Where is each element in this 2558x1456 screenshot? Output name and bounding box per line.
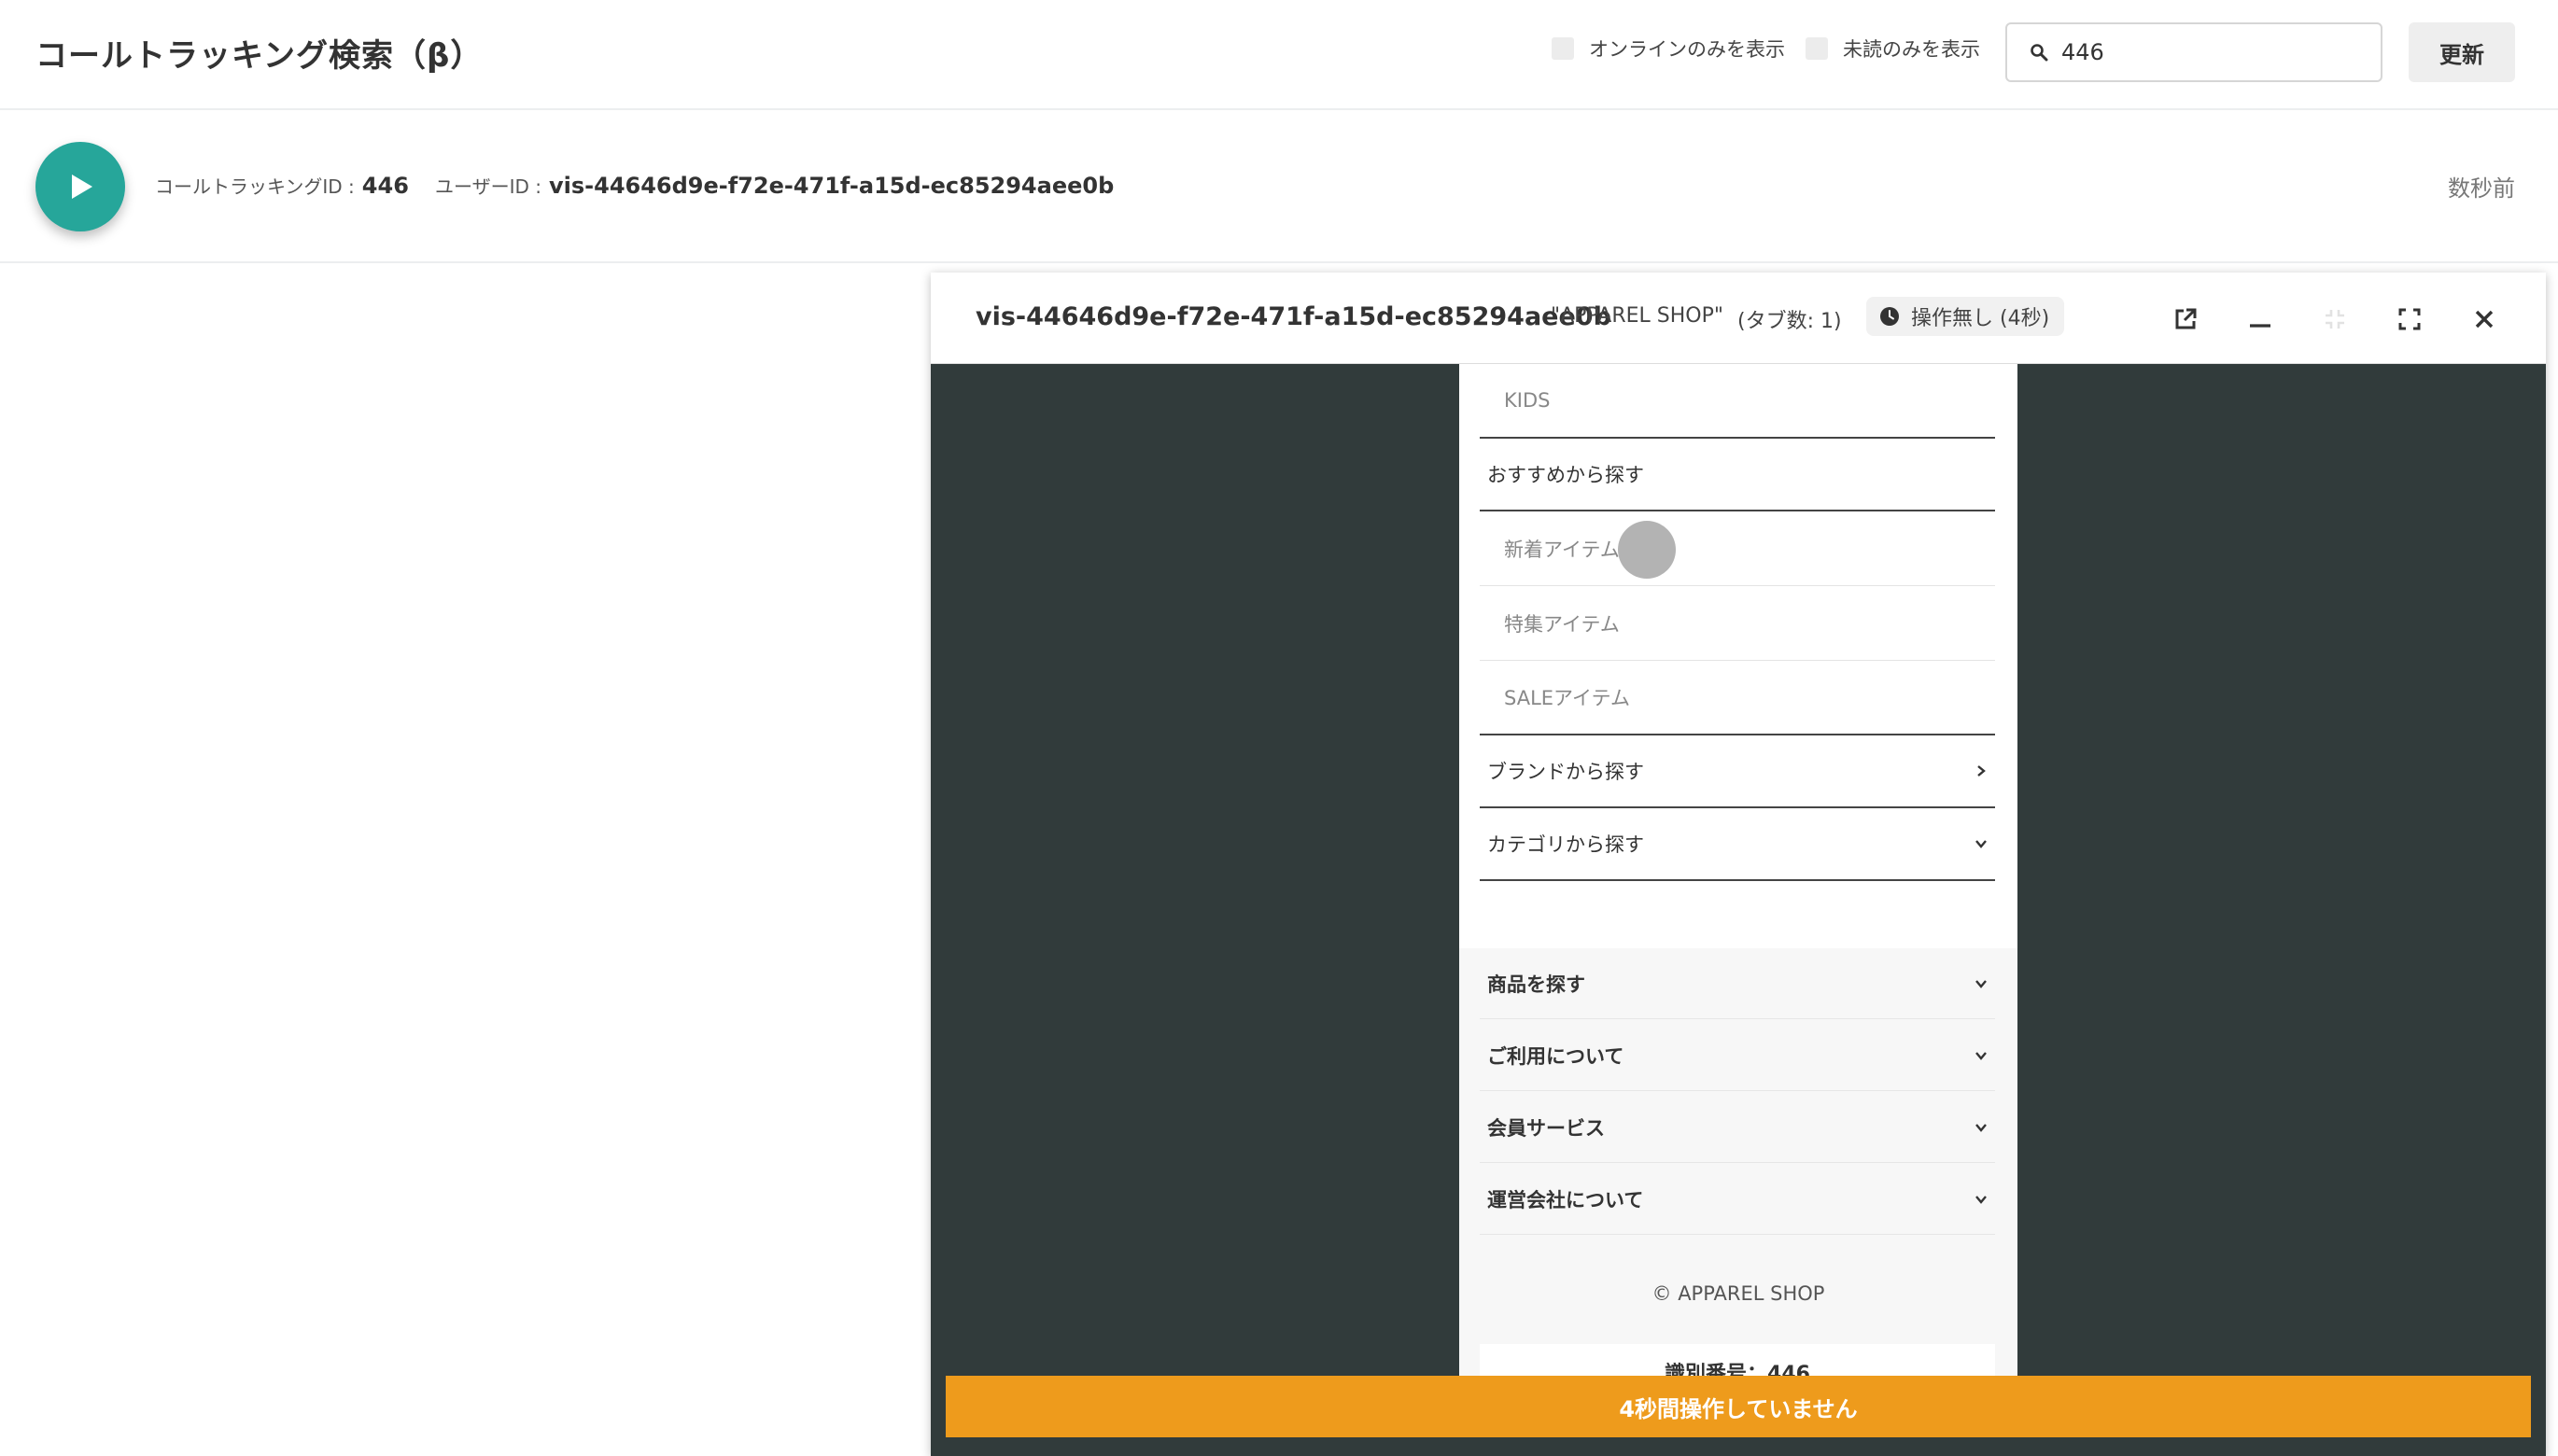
close-icon	[2475, 310, 2494, 329]
filter-online-label: オンラインのみを表示	[1589, 38, 1785, 61]
menu-item-label: SALEアイテム	[1504, 687, 1630, 709]
footer-item-member[interactable]: 会員サービス	[1480, 1092, 1995, 1163]
tracking-id-label: コールトラッキングID :	[155, 175, 355, 198]
close-button[interactable]	[2466, 301, 2503, 338]
time-ago: 数秒前	[2448, 175, 2515, 202]
idle-message-bar: 4秒間操作していません	[946, 1376, 2531, 1437]
minimize-button[interactable]	[2242, 301, 2279, 338]
chevron-down-icon	[1975, 1195, 1987, 1204]
viewer-header: vis-44646d9e-f72e-471f-a15d-ec85294aee0b…	[931, 273, 2546, 364]
viewer-visitor-id: vis-44646d9e-f72e-471f-a15d-ec85294aee0b	[976, 302, 1611, 331]
mirrored-screen: KIDS おすすめから探す 新着アイテム 特集アイテム SALEアイテム ブラン…	[1459, 364, 2017, 1409]
minimize-icon	[2250, 324, 2270, 328]
menu-item-label: ブランドから探す	[1487, 761, 1644, 783]
menu-item-kids[interactable]: KIDS	[1480, 364, 1995, 439]
page-title: コールトラッキング検索（β）	[35, 37, 484, 75]
menu-item-feature-items[interactable]: 特集アイテム	[1480, 586, 1995, 661]
user-id-label: ユーザーID :	[435, 175, 541, 198]
external-link-icon	[2175, 308, 2197, 329]
viewer-status-badge: 操作無し (4秒)	[1866, 297, 2065, 336]
fullscreen-button[interactable]	[2391, 301, 2428, 338]
footer-item-products[interactable]: 商品を探す	[1480, 948, 1995, 1019]
user-id-meta: ユーザーID : vis-44646d9e-f72e-471f-a15d-ec8…	[435, 172, 1114, 199]
clock-icon	[1880, 307, 1899, 326]
top-header: コールトラッキング検索（β） オンラインのみを表示 未読のみを表示 更新	[0, 0, 2558, 110]
search-box[interactable]	[2005, 22, 2382, 82]
viewer-tab-count: (タブ数: 1)	[1737, 310, 1842, 333]
search-input[interactable]	[2061, 39, 2360, 65]
viewer-status-text: 操作無し (4秒)	[1911, 307, 2050, 330]
chevron-down-icon	[1975, 840, 1987, 848]
menu-item-label: カテゴリから探す	[1487, 833, 1644, 856]
footer-item-label: ご利用について	[1487, 1044, 1624, 1068]
footer-item-label: 商品を探す	[1487, 973, 1585, 996]
tracking-id-value: 446	[361, 173, 409, 199]
filter-unread-label: 未読のみを表示	[1843, 38, 1980, 61]
tracking-id-meta: コールトラッキングID : 446	[155, 172, 409, 199]
menu-item-category[interactable]: カテゴリから探す	[1480, 808, 1995, 881]
menu-item-label: 新着アイテム	[1504, 538, 1620, 561]
footer-item-usage[interactable]: ご利用について	[1480, 1020, 1995, 1091]
menu-item-label: KIDS	[1504, 389, 1551, 412]
exit-fullscreen-button[interactable]	[2316, 301, 2354, 338]
chevron-right-icon	[1977, 765, 1986, 777]
menu-item-new-items[interactable]: 新着アイテム	[1480, 511, 1995, 586]
menu-item-label: おすすめから探す	[1487, 464, 1644, 486]
footer-item-label: 会員サービス	[1487, 1116, 1605, 1140]
open-external-button[interactable]	[2167, 301, 2204, 338]
filter-unread-checkbox[interactable]	[1806, 37, 1828, 60]
user-id-value: vis-44646d9e-f72e-471f-a15d-ec85294aee0b	[549, 173, 1115, 199]
menu-item-sale-items[interactable]: SALEアイテム	[1480, 661, 1995, 735]
footer-copyright: © APPAREL SHOP	[1651, 1282, 1825, 1305]
filter-online-only[interactable]: オンラインのみを表示	[1552, 34, 1785, 63]
chevron-down-icon	[1975, 1051, 1987, 1060]
menu-item-brand[interactable]: ブランドから探す	[1480, 735, 1995, 808]
site-footer: 商品を探す ご利用について 会員サービス 運営会社について © APPAREL …	[1459, 948, 2017, 1409]
fullscreen-icon	[2398, 308, 2421, 330]
play-button[interactable]	[35, 142, 125, 231]
visitor-cursor	[1618, 521, 1676, 579]
viewer-site-name: "APPAREL SHOP"	[1551, 304, 1723, 328]
exit-fullscreen-icon	[2326, 310, 2344, 329]
chevron-down-icon	[1975, 1123, 1987, 1132]
filter-online-checkbox[interactable]	[1552, 37, 1574, 60]
menu-item-recommend[interactable]: おすすめから探す	[1480, 439, 1995, 511]
search-icon	[2031, 44, 2048, 62]
menu-item-label: 特集アイテム	[1504, 612, 1620, 636]
update-button[interactable]: 更新	[2409, 22, 2515, 82]
session-row: コールトラッキングID : 446 ユーザーID : vis-44646d9e-…	[0, 112, 2558, 263]
footer-item-company[interactable]: 運営会社について	[1480, 1164, 1995, 1235]
filter-unread-only[interactable]: 未読のみを表示	[1806, 34, 1980, 63]
chevron-down-icon	[1975, 979, 1987, 988]
session-viewer: vis-44646d9e-f72e-471f-a15d-ec85294aee0b…	[931, 273, 2546, 1456]
play-icon	[72, 175, 92, 199]
footer-item-label: 運営会社について	[1487, 1188, 1644, 1211]
